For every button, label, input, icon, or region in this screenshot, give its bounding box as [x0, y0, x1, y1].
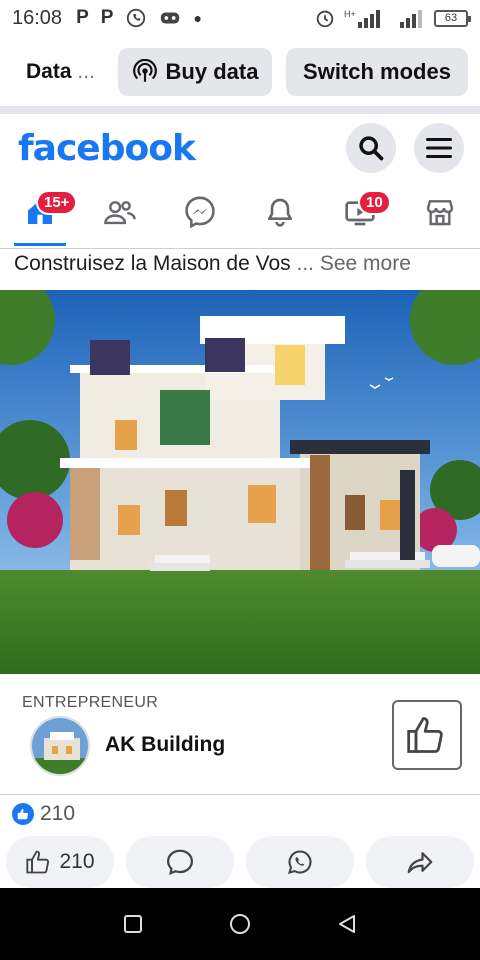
reaction-summary[interactable]: 210	[12, 800, 75, 828]
facebook-logo[interactable]: facebook	[18, 128, 196, 169]
facebook-header: facebook	[0, 120, 480, 176]
like-count: 210	[59, 850, 95, 873]
p-app-icon: P	[100, 7, 114, 28]
sponsor-name[interactable]: AK Building	[105, 733, 225, 757]
tab-friends[interactable]	[80, 184, 160, 240]
post-actions: 210	[6, 836, 474, 888]
back-button[interactable]	[336, 913, 358, 935]
status-time: 16:08	[12, 6, 63, 29]
recent-apps-button[interactable]	[122, 913, 144, 935]
tab-home[interactable]: 15+	[0, 184, 80, 246]
tab-notifications[interactable]	[240, 184, 320, 240]
whatsapp-icon	[127, 8, 146, 28]
comment-button[interactable]	[126, 836, 234, 888]
broadcast-icon	[132, 59, 157, 82]
signal-icon-2	[400, 10, 422, 28]
comment-icon	[166, 849, 194, 876]
divider	[0, 106, 480, 114]
like-page-button[interactable]	[392, 700, 462, 770]
p-app-icon: P	[76, 7, 89, 28]
search-button[interactable]	[346, 123, 396, 173]
data-label: Data ...	[26, 60, 95, 83]
switch-modes-label: Switch modes	[303, 59, 451, 84]
buy-data-button[interactable]: Buy data	[118, 48, 272, 96]
home-button[interactable]	[228, 912, 252, 936]
post-caption-text: Construisez la Maison de Vos	[14, 252, 291, 275]
watch-notification-badge: 10	[358, 190, 391, 215]
dot-icon: ●	[193, 10, 202, 26]
messenger-icon	[185, 196, 215, 229]
like-button[interactable]: 210	[6, 836, 114, 888]
data-label-ellipsis: ...	[77, 60, 95, 83]
data-bar: Data ... Buy data Switch modes	[0, 44, 480, 100]
home-notification-badge: 15+	[36, 190, 78, 215]
avatar-image	[32, 718, 88, 774]
share-arrow-icon	[407, 852, 433, 874]
alarm-icon	[316, 10, 334, 28]
post-caption[interactable]: Construisez la Maison de Vos ... See mor…	[14, 252, 470, 280]
sponsor-category: ENTREPRENEUR	[22, 694, 159, 711]
tab-watch[interactable]: 10	[320, 184, 400, 240]
caption-ellipsis: ...	[296, 252, 314, 275]
hamburger-menu-icon	[426, 138, 452, 158]
signal-icon: H+	[344, 9, 380, 28]
menu-button[interactable]	[414, 123, 464, 173]
post-image[interactable]	[0, 290, 480, 674]
friends-icon	[104, 201, 136, 225]
battery-level: 63	[444, 12, 458, 24]
buy-data-label: Buy data	[165, 59, 259, 84]
bell-icon	[268, 198, 292, 227]
whatsapp-share-button[interactable]	[246, 836, 354, 888]
share-button[interactable]	[366, 836, 474, 888]
game-icon	[161, 12, 180, 24]
main-nav: 15+ 10	[0, 184, 480, 246]
android-navigation-bar	[0, 888, 480, 960]
status-bar: 16:08 P P ● H+ 63	[0, 0, 480, 36]
thumbs-up-icon	[26, 850, 50, 874]
see-more-link[interactable]: See more	[320, 252, 411, 275]
marketplace-icon	[426, 200, 454, 226]
tab-messenger[interactable]	[160, 184, 240, 240]
search-icon	[359, 136, 384, 161]
post-divider	[0, 794, 480, 795]
network-type: H+	[344, 9, 356, 19]
sponsor-avatar[interactable]	[30, 716, 90, 776]
reaction-count: 210	[40, 802, 76, 825]
tab-marketplace[interactable]	[400, 184, 480, 240]
battery-icon: 63	[434, 9, 471, 27]
like-reaction-icon	[12, 803, 34, 825]
house-illustration	[0, 290, 480, 674]
thumbs-up-icon	[407, 717, 443, 753]
nav-divider	[0, 248, 480, 249]
whatsapp-icon	[287, 850, 312, 874]
switch-modes-button[interactable]: Switch modes	[286, 48, 468, 96]
